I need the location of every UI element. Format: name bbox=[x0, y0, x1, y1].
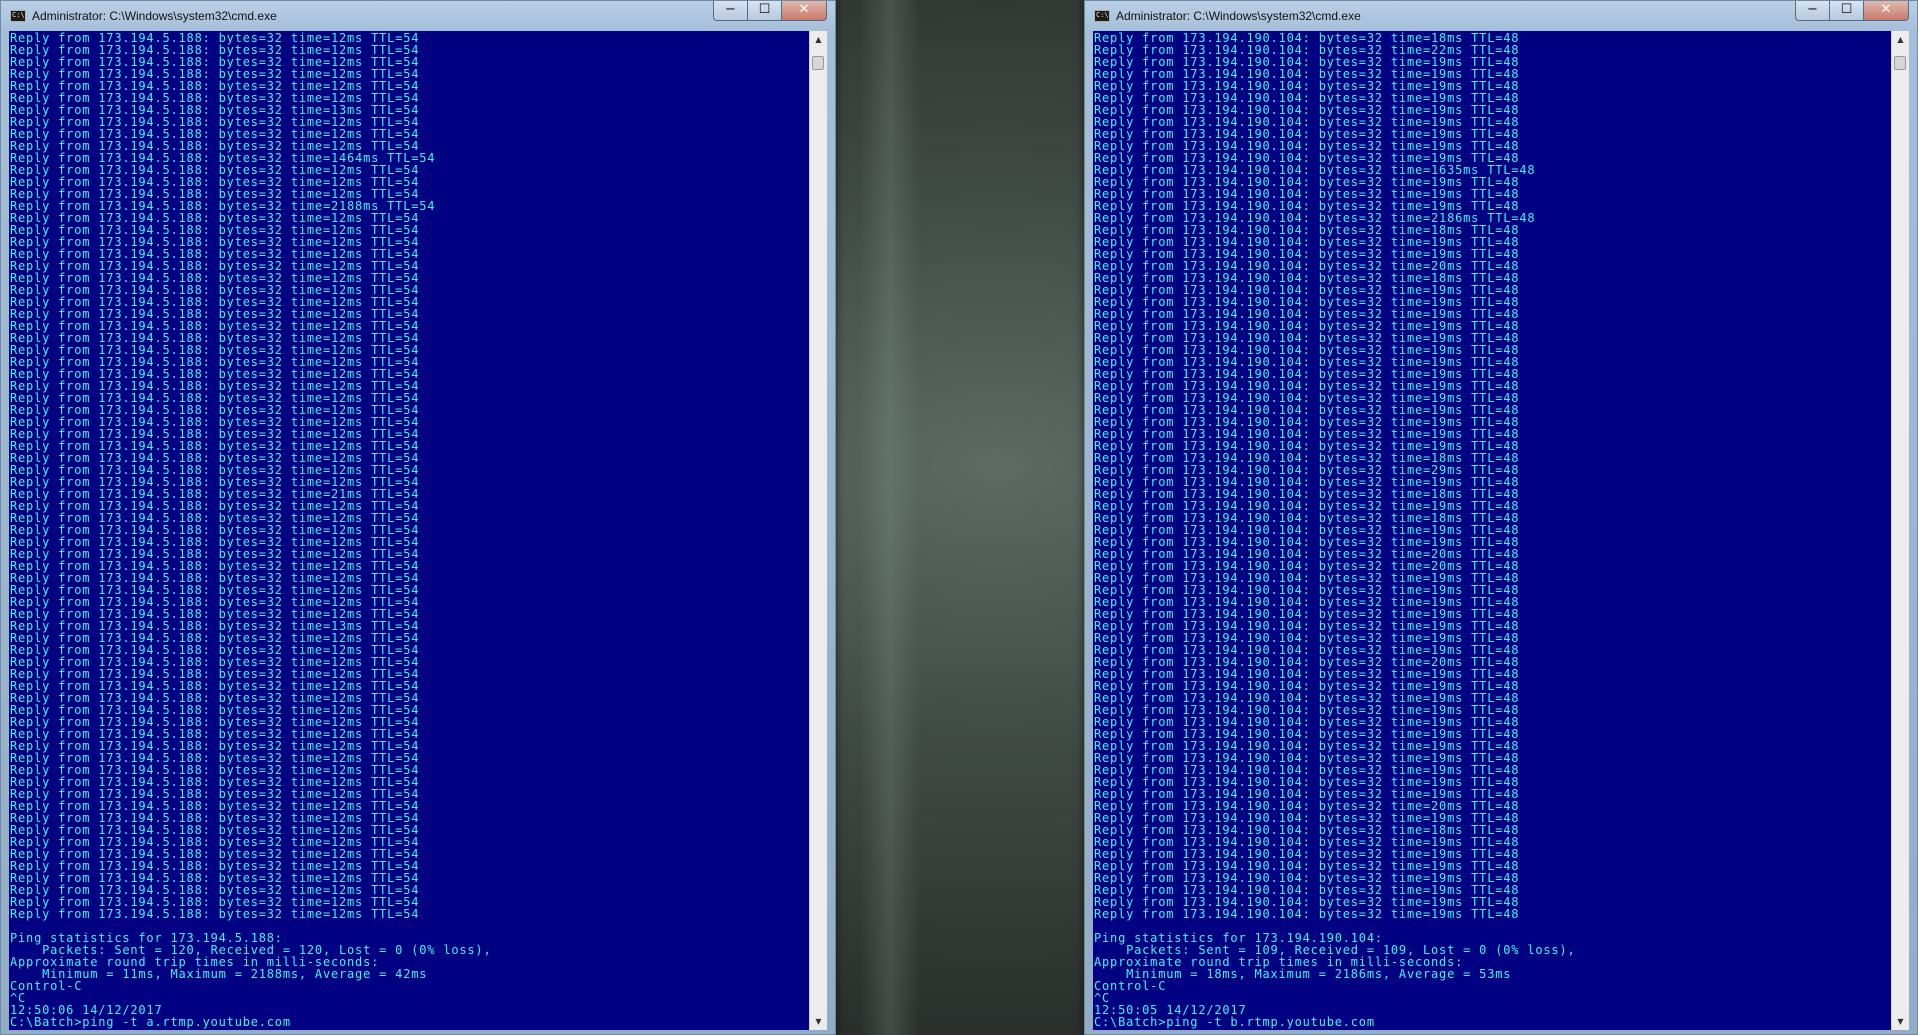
window-controls: − ☐ ✕ bbox=[1795, 1, 1909, 21]
console-output[interactable]: Reply from 173.194.190.104: bytes=32 tim… bbox=[1094, 32, 1887, 1030]
cmd-app-icon: C:\ bbox=[10, 10, 26, 22]
minimize-button[interactable]: − bbox=[1795, 1, 1829, 21]
ping-stats-line: C:\Batch>ping -t a.rtmp.youtube.com bbox=[10, 1015, 291, 1029]
scrollbar-thumb[interactable] bbox=[1894, 56, 1906, 70]
maximize-button[interactable]: ☐ bbox=[747, 1, 781, 21]
title-bar[interactable]: C:\ Administrator: C:\Windows\system32\c… bbox=[1, 1, 835, 31]
ping-reply-line: Reply from 173.194.190.104: bytes=32 tim… bbox=[1094, 907, 1520, 921]
scroll-down-arrow-icon[interactable]: ▼ bbox=[810, 1013, 827, 1030]
window-title: Administrator: C:\Windows\system32\cmd.e… bbox=[32, 9, 277, 23]
ping-stats-line: Minimum = 11ms, Maximum = 2188ms, Averag… bbox=[10, 967, 428, 981]
ping-stats-line: Control-C bbox=[10, 979, 83, 993]
close-button[interactable]: ✕ bbox=[781, 1, 827, 21]
scrollbar-thumb[interactable] bbox=[812, 56, 824, 70]
vertical-scrollbar[interactable]: ▲ ▼ bbox=[1891, 31, 1909, 1030]
vertical-scrollbar[interactable]: ▲ ▼ bbox=[809, 31, 827, 1030]
ping-stats-line: C:\Batch>ping -t b.rtmp.youtube.com bbox=[1094, 1015, 1375, 1029]
close-button[interactable]: ✕ bbox=[1863, 1, 1909, 21]
scroll-up-arrow-icon[interactable]: ▲ bbox=[1892, 31, 1909, 48]
console-output[interactable]: Reply from 173.194.5.188: bytes=32 time=… bbox=[10, 32, 805, 1030]
cmd-window-left[interactable]: C:\ Administrator: C:\Windows\system32\c… bbox=[0, 0, 836, 1035]
ping-stats-line: Minimum = 18ms, Maximum = 2186ms, Averag… bbox=[1094, 967, 1512, 981]
title-bar[interactable]: C:\ Administrator: C:\Windows\system32\c… bbox=[1085, 1, 1917, 31]
scroll-up-arrow-icon[interactable]: ▲ bbox=[810, 31, 827, 48]
window-controls: − ☐ ✕ bbox=[713, 1, 827, 21]
minimize-button[interactable]: − bbox=[713, 1, 747, 21]
desktop-background bbox=[860, 0, 920, 1035]
console-area[interactable]: Reply from 173.194.190.104: bytes=32 tim… bbox=[1093, 31, 1909, 1030]
scroll-down-arrow-icon[interactable]: ▼ bbox=[1892, 1013, 1909, 1030]
maximize-button[interactable]: ☐ bbox=[1829, 1, 1863, 21]
cmd-window-right[interactable]: C:\ Administrator: C:\Windows\system32\c… bbox=[1084, 0, 1918, 1035]
ping-reply-line: Reply from 173.194.5.188: bytes=32 time=… bbox=[10, 907, 420, 921]
cmd-app-icon: C:\ bbox=[1094, 10, 1110, 22]
window-title: Administrator: C:\Windows\system32\cmd.e… bbox=[1116, 9, 1361, 23]
ping-stats-line: Control-C bbox=[1094, 979, 1167, 993]
console-area[interactable]: Reply from 173.194.5.188: bytes=32 time=… bbox=[9, 31, 827, 1030]
